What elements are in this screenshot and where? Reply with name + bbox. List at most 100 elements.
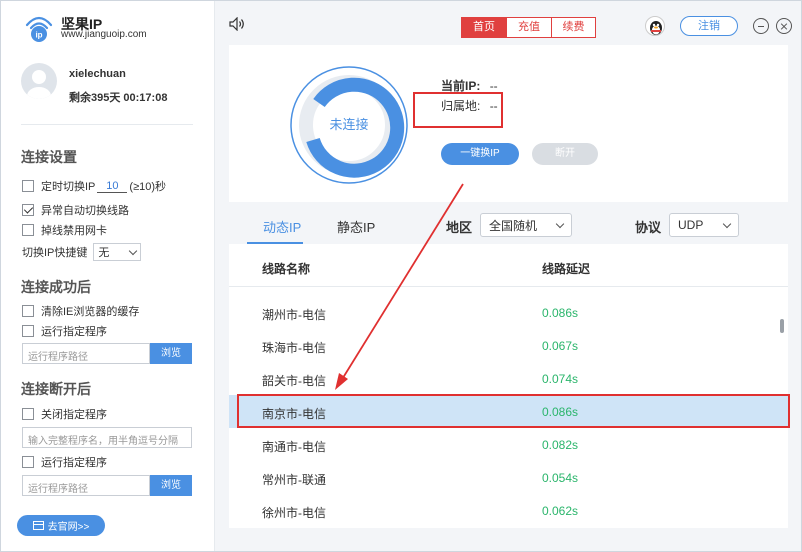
- chevron-down-icon: [722, 219, 732, 228]
- column-header-latency: 线路延迟: [542, 262, 591, 276]
- run-program-label: 运行指定程序: [41, 326, 107, 338]
- list-row[interactable]: 南通市-电信 0.082s: [229, 428, 788, 461]
- timer-switch-row: 定时切换IP 10 (≥10)秒: [22, 178, 166, 194]
- run-program-checkbox[interactable]: [22, 325, 34, 337]
- close-program-row: 关闭指定程序: [22, 406, 107, 422]
- chevron-down-icon: [555, 219, 565, 228]
- timer-switch-label: 定时切换IP: [41, 181, 96, 193]
- username: xielechuan: [69, 68, 126, 80]
- list-header: 线路名称 线路延迟: [229, 244, 788, 287]
- line-name: 常州市-联通: [262, 473, 326, 487]
- close-icon[interactable]: [776, 18, 792, 34]
- line-name: 徐州市-电信: [262, 506, 326, 520]
- section-title-after-connect: 连接成功后: [21, 279, 91, 295]
- line-latency: 0.074s: [542, 372, 579, 386]
- remaining-time: 剩余395天 00:17:08: [69, 92, 168, 104]
- line-latency: 0.082s: [542, 438, 579, 452]
- browse-button[interactable]: 浏览: [150, 343, 192, 364]
- connection-status-label: 未连接: [329, 117, 369, 132]
- auto-switch-label: 异常自动切换线路: [41, 205, 129, 217]
- list-row[interactable]: 潮州市-电信 0.086s: [229, 296, 788, 329]
- official-site-label: 去官网>>: [47, 522, 90, 533]
- tab-recharge[interactable]: 充值: [507, 18, 552, 37]
- browse-button-2[interactable]: 浏览: [150, 475, 192, 496]
- region-label: 地区: [446, 220, 473, 235]
- top-tabs: 首页 充值 续费: [461, 17, 596, 38]
- run-program-label-2: 运行指定程序: [41, 457, 107, 469]
- switch-ip-button[interactable]: 一键换IP: [441, 143, 519, 165]
- avatar: [21, 63, 57, 99]
- line-latency: 0.067s: [542, 339, 579, 353]
- line-latency: 0.086s: [542, 306, 579, 320]
- tab-renew[interactable]: 续费: [552, 18, 595, 37]
- hotkey-label: 切换IP快捷键: [22, 247, 88, 259]
- clear-cache-row: 清除IE浏览器的缓存: [22, 303, 139, 319]
- tab-dynamic-ip[interactable]: 动态IP: [263, 217, 301, 236]
- close-program-label: 关闭指定程序: [41, 409, 107, 421]
- status-panel: 未连接 当前IP: -- 归属地: -- 一键换IP 断开: [229, 45, 788, 202]
- current-ip-value: --: [489, 79, 498, 93]
- line-latency: 0.054s: [542, 471, 579, 485]
- logout-button[interactable]: 注销: [680, 16, 738, 36]
- program-names-input[interactable]: 输入完整程序名，用半角逗号分隔: [22, 427, 192, 448]
- browser-icon: [32, 521, 44, 530]
- protocol-label: 协议: [635, 220, 662, 235]
- line-name: 韶关市-电信: [262, 374, 326, 388]
- svg-text:ip: ip: [35, 31, 42, 40]
- auto-switch-checkbox[interactable]: [22, 204, 34, 216]
- current-ip-label: 当前IP:: [441, 79, 481, 93]
- clear-cache-checkbox[interactable]: [22, 305, 34, 317]
- tab-static-ip[interactable]: 静态IP: [337, 217, 375, 236]
- jianguo-logo-icon: ip: [25, 16, 53, 42]
- disable-nic-label: 掉线禁用网卡: [41, 225, 107, 237]
- list-row[interactable]: 韶关市-电信 0.074s: [229, 362, 788, 395]
- program-path-input-2[interactable]: 运行程序路径: [22, 475, 150, 496]
- qq-penguin-icon[interactable]: [645, 16, 665, 36]
- line-name: 潮州市-电信: [262, 308, 326, 322]
- clear-cache-label: 清除IE浏览器的缓存: [41, 306, 140, 318]
- main-area: 首页 充值 续费 注销 未连接 当前IP: -- 归属地: -- 一键换IP 断…: [215, 1, 801, 551]
- hotkey-row: 切换IP快捷键 无: [22, 243, 142, 261]
- timer-suffix: (≥10)秒: [129, 181, 167, 193]
- close-program-checkbox[interactable]: [22, 408, 34, 420]
- list-row[interactable]: 徐州市-电信 0.062s: [229, 494, 788, 527]
- auto-switch-row: 异常自动切换线路: [22, 202, 129, 218]
- line-list: 线路名称 线路延迟 潮州市-电信 0.086s 珠海市-电信 0.067s 韶关…: [229, 244, 788, 528]
- section-title-connection-settings: 连接设置: [21, 149, 77, 165]
- run-program-row-2: 运行指定程序: [22, 454, 107, 470]
- switch-ip-highlight-box: [413, 92, 503, 128]
- program-path-input[interactable]: 运行程序路径: [22, 343, 150, 364]
- protocol-value: UDP: [678, 218, 704, 232]
- region-select[interactable]: 全国随机: [480, 213, 572, 237]
- disable-nic-row: 掉线禁用网卡: [22, 222, 107, 238]
- hotkey-value: 无: [98, 247, 110, 259]
- protocol-select[interactable]: UDP: [669, 213, 739, 237]
- run-program-row: 运行指定程序: [22, 323, 107, 339]
- user-avatar-icon: [27, 70, 51, 99]
- disconnect-button[interactable]: 断开: [532, 143, 598, 165]
- app-window: ip 坚果IP www.jianguoip.com xielechuan 剩余3…: [0, 0, 802, 552]
- list-row[interactable]: 珠海市-电信 0.067s: [229, 329, 788, 362]
- line-name: 南通市-电信: [262, 440, 326, 454]
- tab-home[interactable]: 首页: [462, 18, 507, 37]
- column-header-name: 线路名称: [262, 262, 311, 276]
- minimize-icon[interactable]: [753, 18, 769, 34]
- region-value: 全国随机: [489, 218, 538, 233]
- divider: [21, 124, 193, 125]
- run-program-checkbox-2[interactable]: [22, 456, 34, 468]
- disable-nic-checkbox[interactable]: [22, 224, 34, 236]
- selected-row-highlight-box: [237, 394, 790, 428]
- line-name: 珠海市-电信: [262, 341, 326, 355]
- sidebar: ip 坚果IP www.jianguoip.com xielechuan 剩余3…: [1, 1, 215, 551]
- line-latency: 0.062s: [542, 504, 579, 518]
- chevron-down-icon: [129, 246, 138, 255]
- list-row[interactable]: 常州市-联通 0.054s: [229, 461, 788, 494]
- section-title-after-disconnect: 连接断开后: [21, 381, 91, 397]
- brand-url: www.jianguoip.com: [61, 29, 147, 40]
- speaker-icon[interactable]: [229, 17, 245, 31]
- list-scrollbar[interactable]: [780, 319, 784, 333]
- timer-switch-checkbox[interactable]: [22, 180, 34, 192]
- official-site-button[interactable]: 去官网>>: [17, 515, 105, 536]
- hotkey-select[interactable]: 无: [93, 243, 142, 261]
- timer-interval-input[interactable]: 10: [97, 180, 128, 193]
